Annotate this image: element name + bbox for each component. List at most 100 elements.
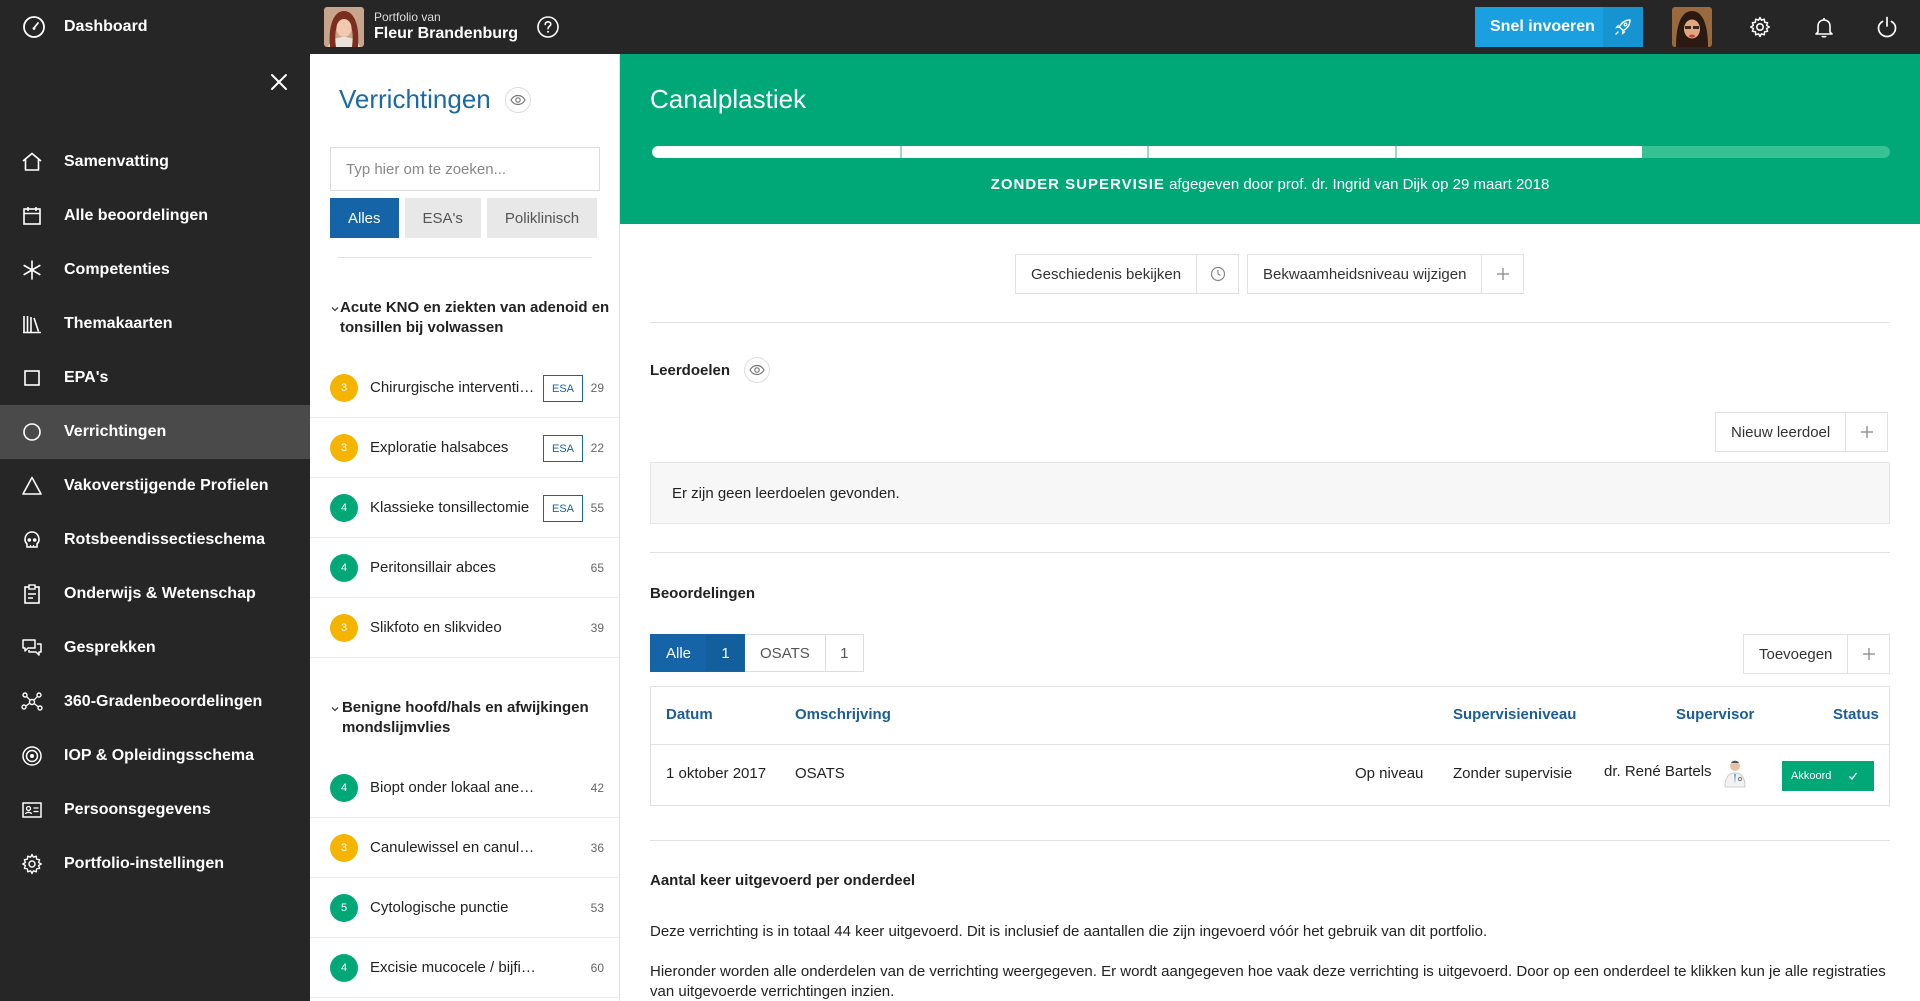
sidebar-item-persoonsgegevens[interactable]: Persoonsgegevens [0, 783, 310, 837]
close-icon[interactable] [266, 69, 292, 95]
sidebar-item-samenvatting[interactable]: Samenvatting [0, 135, 310, 189]
executions-title: Aantal keer uitgevoerd per onderdeel [650, 872, 916, 889]
sidebar-item-epa-s[interactable]: EPA's [0, 351, 310, 405]
procedure-banner: Canalplastiek ZONDER SUPERVISIE afgegeve… [620, 54, 1920, 224]
table-row[interactable]: 1 oktober 2017 OSATS Op niveau Zonder su… [651, 745, 1889, 805]
procedure-count: 22 [590, 440, 604, 455]
sidebar-item-alle-beoordelingen[interactable]: Alle beoordelingen [0, 189, 310, 243]
column-supervisor[interactable]: Supervisor [1676, 706, 1754, 723]
list-item[interactable]: 4 Peritonsillair abces 65 [310, 538, 619, 598]
tab-all[interactable]: Alle 1 [650, 634, 746, 672]
filter-esa-button[interactable]: ESA's [404, 198, 481, 238]
group-title: Benigne hoofd/hals en afwijkingen mondsl… [341, 699, 589, 736]
sidebar-item-360-gradenbeoordelingen[interactable]: 360-Gradenbeoordelingen [0, 675, 310, 729]
new-learning-goal-label: Nieuw leerdoel [1731, 423, 1831, 441]
sidebar-item-competenties[interactable]: Competenties [0, 243, 310, 297]
list-item[interactable]: 4 Klassieke tonsillectomie ESA 55 [310, 478, 619, 538]
portfolio-owner-name: Fleur Brandenburg [374, 24, 519, 42]
sidebar-nav: Samenvatting Alle beoordelingen Competenti… [0, 135, 310, 891]
eye-icon[interactable] [744, 357, 771, 383]
sidebar-item-verrichtingen[interactable]: Verrichtingen [0, 405, 310, 459]
procedure-title: Canalplastiek [650, 84, 807, 114]
power-icon[interactable] [1873, 13, 1901, 41]
add-assessment-label: Toevoegen [1759, 645, 1833, 663]
top-bar: Dashboard Portfolio van Fleur Brandenbur… [0, 0, 1920, 54]
sidebar-item-onderwijs-wetenschap[interactable]: Onderwijs & Wetenschap [0, 567, 310, 621]
list-item[interactable]: 5 Cytologische punctie 53 [310, 878, 619, 938]
quick-entry-button[interactable]: Snel invoeren [1475, 7, 1643, 47]
plus-icon [1481, 255, 1523, 293]
column-description[interactable]: Omschrijving [795, 706, 891, 723]
sidebar-item-vakoverstijgende-profielen[interactable]: Vakoverstijgende Profielen [0, 459, 310, 513]
chat-icon [18, 634, 46, 662]
circle-icon [18, 418, 46, 446]
clipboard-icon [18, 580, 46, 608]
procedure-name: Cytologische punctie [370, 899, 509, 916]
list-item[interactable]: 3 Canulewissel en canulezorg 36 [310, 818, 619, 878]
status-badge[interactable]: Akkoord [1782, 761, 1874, 791]
column-date[interactable]: Datum [666, 706, 713, 723]
sidebar-item-themakaarten[interactable]: Themakaarten [0, 297, 310, 351]
list-item[interactable]: 3 Chirurgische interventie bij ESA 29 [310, 358, 619, 418]
help-icon[interactable] [536, 15, 560, 39]
change-level-label: Bekwaamheidsniveau wijzigen [1263, 265, 1467, 283]
tab-count: 1 [824, 635, 863, 671]
dashboard-link[interactable]: Dashboard [0, 0, 310, 54]
list-item[interactable]: 3 Exploratie halsabces ESA 22 [310, 418, 619, 478]
group-header[interactable]: Benigne hoofd/hals en afwijkingen mondsl… [330, 698, 610, 738]
plus-icon [1845, 413, 1887, 451]
status-label: Akkoord [1791, 770, 1832, 782]
gear-icon[interactable] [1746, 13, 1774, 41]
learning-goals-header: Leerdoelen [650, 357, 771, 383]
progress-divider [1147, 146, 1149, 158]
level-badge: 3 [330, 373, 358, 402]
procedure-count: 36 [590, 840, 604, 855]
esa-badge: ESA [543, 375, 583, 402]
history-button[interactable]: Geschiedenis bekijken [1015, 254, 1240, 294]
tab-count: 1 [706, 635, 745, 671]
chevron-down-icon [330, 298, 340, 338]
sidebar-item-iop-opleidingsschema[interactable]: IOP & Opleidingsschema [0, 729, 310, 783]
bell-icon[interactable] [1810, 13, 1838, 41]
procedure-name: Peritonsillair abces [370, 559, 496, 576]
tab-label: Alle [666, 644, 692, 662]
filter-all-button[interactable]: Alles [330, 198, 399, 238]
add-assessment-button[interactable]: Toevoegen [1743, 634, 1891, 674]
list-item[interactable]: 3 Slikfoto en slikvideo 39 [310, 598, 619, 658]
sidebar-item-rotsbeendissectieschema[interactable]: Rotsbeendissectieschema [0, 513, 310, 567]
learning-goals-title: Leerdoelen [650, 361, 731, 379]
rocket-icon [1603, 7, 1643, 47]
target-icon [18, 742, 46, 770]
user-avatar[interactable] [1672, 7, 1712, 47]
filter-buttons: Alles ESA's Poliklinisch [330, 198, 598, 238]
change-level-button[interactable]: Bekwaamheidsniveau wijzigen [1247, 254, 1525, 294]
esa-badge: ESA [543, 495, 583, 522]
dashboard-icon [19, 12, 49, 42]
supervision-level: ZONDER SUPERVISIE [990, 176, 1165, 193]
esa-badge: ESA [543, 435, 583, 462]
row-supervisor: dr. René Bartels [1604, 763, 1712, 780]
row-level: Op niveau [1355, 765, 1424, 782]
procedure-name: Exploratie halsabces [370, 439, 509, 456]
filter-outpatient-button[interactable]: Poliklinisch [486, 198, 598, 238]
sidebar-item-label: Onderwijs & Wetenschap [64, 585, 256, 602]
row-supervision: Zonder supervisie [1453, 765, 1573, 782]
group-header[interactable]: Acute KNO en ziekten van adenoid en tons… [330, 298, 610, 338]
search-input[interactable] [330, 147, 600, 191]
network-icon [18, 688, 46, 716]
divider [338, 257, 592, 258]
list-item[interactable]: 4 Excisie mucocele / bijfibroom 60 [310, 938, 619, 998]
chevron-down-icon [330, 698, 342, 738]
tab-osats[interactable]: OSATS 1 [745, 634, 864, 672]
sidebar-item-label: Vakoverstijgende Profielen [64, 477, 269, 494]
column-status[interactable]: Status [1833, 706, 1879, 723]
column-supervision-level[interactable]: Supervisieniveau [1453, 706, 1576, 723]
portfolio-owner[interactable]: Portfolio van Fleur Brandenburg [324, 7, 518, 47]
procedure-count: 55 [590, 500, 604, 515]
sidebar-item-gesprekken[interactable]: Gesprekken [0, 621, 310, 675]
sidebar-item-portfolio-instellingen[interactable]: Portfolio-instellingen [0, 837, 310, 891]
list-item[interactable]: 4 Biopt onder lokaal aneasthesie 42 [310, 758, 619, 818]
assessment-tabs: Alle 1 OSATS 1 [650, 634, 864, 672]
eye-icon[interactable] [504, 86, 531, 113]
new-learning-goal-button[interactable]: Nieuw leerdoel [1715, 412, 1889, 452]
